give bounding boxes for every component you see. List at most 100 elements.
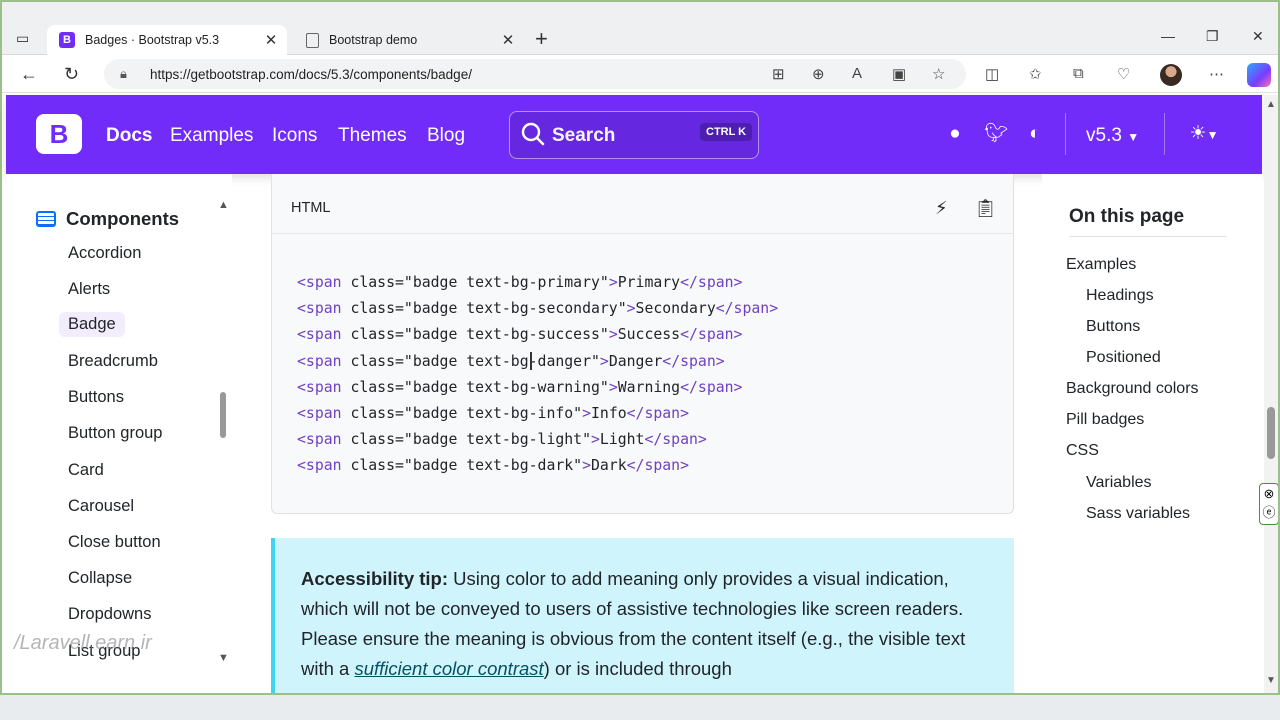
url-field[interactable]: 🔒︎ https://getbootstrap.com/docs/5.3/com… [104,59,966,89]
nav-docs[interactable]: Docs [106,125,152,147]
more-menu-icon[interactable]: ⋯ [1209,65,1224,83]
twitter-icon[interactable]: 🐦︎ [984,123,1008,145]
bootstrap-favicon-icon: B [59,32,75,48]
opencollective-icon[interactable]: ◐ [1024,123,1046,145]
bootstrap-logo[interactable]: B [36,114,82,154]
toc-item-examples[interactable]: Examples [1066,256,1136,274]
text-cursor [530,352,532,370]
extension-icon[interactable]: ⓔ [1260,503,1278,522]
extension-widget[interactable]: ⊗ ⓔ [1259,483,1278,525]
toc-item-positioned[interactable]: Positioned [1086,349,1161,367]
sidebar-item-dropdowns[interactable]: Dropdowns [68,605,151,624]
toc-item-css[interactable]: CSS [1066,442,1099,460]
code-line: <span class="badge text-bg-danger">Dange… [297,352,725,370]
nav-divider [1164,113,1165,155]
sidebar-item-carousel[interactable]: Carousel [68,497,134,516]
sidebar-item-close-button[interactable]: Close button [68,533,161,552]
code-line: <span class="badge text-bg-primary">Prim… [297,274,743,291]
scroll-down-icon[interactable]: ▼ [1266,675,1276,686]
sidebar-item-accordion[interactable]: Accordion [68,244,141,263]
sun-icon: ☀ [1189,123,1207,144]
code-line: <span class="badge text-bg-dark">Dark</s… [297,457,690,475]
watermark: /Laravell.earn.ir [14,632,152,654]
code-line: <span class="badge text-bg-secondary">Se… [297,300,779,318]
theme-toggle[interactable]: ☀▼ [1184,123,1224,145]
app-available-icon[interactable]: ⊞ [772,65,785,83]
sidebar-item-breadcrumb[interactable]: Breadcrumb [68,352,158,371]
collections-icon[interactable]: ⧉ [1073,65,1084,82]
sidebar-item-alerts[interactable]: Alerts [68,280,110,299]
sidebar-section-heading: Components [36,208,179,230]
refresh-icon[interactable]: ↻ [64,64,79,85]
code-line: <span class="badge text-bg-success">Succ… [297,326,743,344]
search-icon [521,122,545,146]
sidebar-item-button-group[interactable]: Button group [68,424,163,443]
address-bar: ← ↻ 🔒︎ https://getbootstrap.com/docs/5.3… [2,55,1278,93]
immersive-reader-icon[interactable]: ▣ [892,65,906,83]
copilot-icon[interactable] [1247,63,1271,87]
version-dropdown[interactable]: v5.3 ▼ [1086,125,1139,147]
restore-icon[interactable]: ❐ [1206,28,1219,45]
sidebar-item-collapse[interactable]: Collapse [68,569,132,588]
toc-item-buttons[interactable]: Buttons [1086,318,1140,336]
on-this-page-toc: On this page Examples Headings Buttons P… [1042,174,1262,693]
code-line: <span class="badge text-bg-light">Light<… [297,431,707,449]
toc-title: On this page [1069,206,1185,227]
page-scrollbar[interactable]: ▲ ▼ [1264,95,1278,693]
close-icon[interactable]: ✕ [498,31,518,49]
read-aloud-icon[interactable]: A [852,65,862,82]
profile-avatar[interactable] [1160,64,1182,86]
contrast-link[interactable]: sufficient color contrast [354,658,543,679]
url-text: https://getbootstrap.com/docs/5.3/compon… [150,67,472,82]
nav-icons[interactable]: Icons [272,125,317,147]
search-shortcut: CTRL K [700,123,753,141]
docs-sidebar: ▲ Components Accordion Alerts Badge Brea… [6,174,232,693]
nav-themes[interactable]: Themes [338,125,407,147]
new-tab-icon[interactable]: + [535,28,548,50]
code-language: HTML [291,200,331,216]
tab-badges[interactable]: B Badges · Bootstrap v5.3 ✕ [47,25,287,55]
browser-essentials-icon[interactable]: ♡ [1117,65,1130,83]
clipboard-icon[interactable]: 📋︎ [974,198,997,219]
toc-item-headings[interactable]: Headings [1086,287,1154,305]
tab-bootstrap-demo[interactable]: Bootstrap demo ✕ [294,25,524,55]
callout-body-end: ) or is included through [543,658,732,679]
callout-text: Accessibility tip: Using color to add me… [301,564,991,684]
favorite-star-icon[interactable]: ☆ [932,65,945,83]
sidebar-scrollbar[interactable] [220,392,226,438]
page-scroll-thumb[interactable] [1267,407,1275,459]
nav-examples[interactable]: Examples [170,125,253,147]
toc-item-pill-badges[interactable]: Pill badges [1066,411,1144,429]
toc-item-variables[interactable]: Variables [1086,474,1152,492]
favorites-icon[interactable]: ✩ [1029,65,1042,83]
toc-item-background-colors[interactable]: Background colors [1066,380,1199,398]
scroll-up-icon[interactable]: ▲ [1266,99,1276,110]
window-close-icon[interactable]: ✕ [1252,28,1264,45]
search-button[interactable]: Search CTRL K [509,111,759,159]
nav-blog[interactable]: Blog [427,125,465,147]
close-icon[interactable]: ✕ [261,31,281,49]
tab-title: Bootstrap demo [329,33,418,47]
toc-item-sass-variables[interactable]: Sass variables [1086,505,1190,523]
github-icon[interactable]: ● [944,123,966,145]
sidebar-item-badge[interactable]: Badge [59,312,125,337]
toc-divider [1069,236,1227,237]
components-icon [36,211,56,227]
stackblitz-lightning-icon[interactable]: ⚡︎ [935,198,948,219]
scroll-down-icon[interactable]: ▼ [218,652,229,664]
lock-icon: 🔒︎ [120,66,127,81]
minimize-icon[interactable]: — [1161,28,1175,44]
back-icon[interactable]: ← [20,64,38,85]
code-example: HTML ⚡︎ 📋︎ <span class="badge text-bg-pr… [271,174,1014,514]
sidebar-item-card[interactable]: Card [68,461,104,480]
split-screen-icon[interactable]: ◫ [985,65,999,83]
tab-actions-icon[interactable]: ▭ [16,30,34,48]
zoom-icon[interactable]: ⊕ [812,65,825,83]
sidebar-item-buttons[interactable]: Buttons [68,388,124,407]
code-body: <span class="badge text-bg-primary">Prim… [297,274,778,484]
close-icon[interactable]: ⊗ [1260,484,1278,503]
tab-strip: ▭ B Badges · Bootstrap v5.3 ✕ Bootstrap … [2,2,1278,55]
scroll-up-icon[interactable]: ▲ [218,199,229,211]
chevron-down-icon: ▼ [1127,130,1140,144]
chevron-down-icon: ▼ [1206,128,1219,142]
